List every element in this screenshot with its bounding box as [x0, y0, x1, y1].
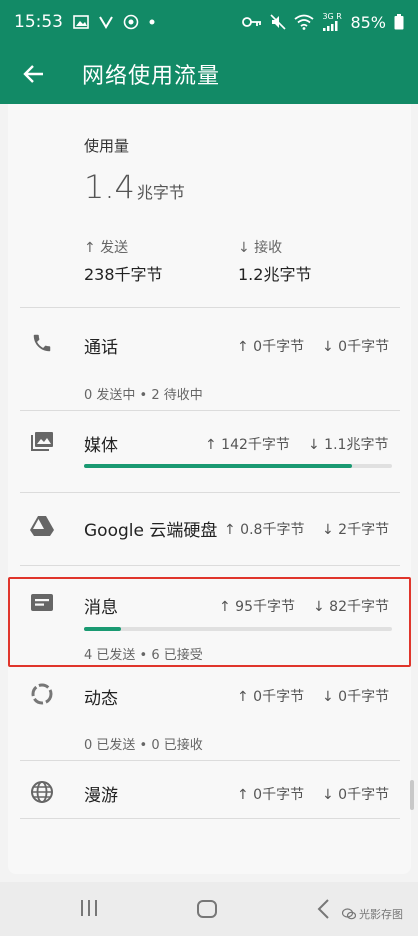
media-usage-fill: [84, 464, 352, 468]
drive-download: ↓ 2千字节: [322, 522, 390, 538]
sent-label: ↑ 发送: [84, 240, 129, 256]
photos-icon: [28, 427, 56, 455]
row-divider: [20, 565, 400, 566]
back-nav-button[interactable]: [316, 898, 332, 920]
arrow-back-icon: [23, 65, 43, 83]
app-bar: 网络使用流量: [0, 44, 418, 104]
home-button[interactable]: [196, 898, 218, 920]
media-download: ↓ 1.1兆字节: [308, 437, 389, 453]
usage-card: [8, 104, 411, 874]
drive-icon: [28, 512, 56, 540]
app-name-media: 媒体: [84, 436, 118, 456]
more-notifications-dot-icon: [149, 19, 155, 25]
app-name-drive: Google 云端硬盘: [84, 521, 218, 541]
messages-highlight-box: [8, 577, 411, 667]
dynamic-detail: 0 已发送 • 0 已接收: [84, 738, 203, 753]
back-button[interactable]: [16, 56, 52, 92]
dynamic-upload: ↑ 0千字节: [237, 689, 305, 705]
battery-percent: 85%: [350, 12, 386, 32]
cell-signal-icon: 3G R: [322, 13, 342, 31]
media-usage-bar: [84, 464, 392, 468]
recent-apps-button[interactable]: [78, 898, 100, 918]
mute-icon: [270, 14, 287, 30]
scrollbar[interactable]: [410, 780, 414, 810]
calls-upload: ↑ 0千字节: [237, 339, 305, 355]
status-time: 15:53: [14, 12, 63, 32]
usage-label: 使用量: [84, 137, 130, 155]
wifi-icon: [294, 14, 314, 30]
globe-icon: [28, 778, 56, 806]
gallery-notification-icon: [73, 15, 89, 29]
app-name-calls: 通话: [84, 338, 118, 358]
roaming-download: ↓ 0千字节: [322, 787, 390, 803]
calls-download: ↓ 0千字节: [322, 339, 390, 355]
activity-ring-icon: [28, 680, 56, 708]
received-label: ↓ 接收: [238, 240, 283, 256]
home-icon: [197, 900, 217, 918]
phone-icon: [28, 329, 56, 357]
wechat-icon: [342, 908, 356, 920]
battery-icon: [394, 14, 404, 30]
row-divider: [20, 760, 400, 761]
row-divider: [20, 818, 400, 819]
received-value: 1.2兆字节: [238, 265, 312, 284]
total-usage-unit: 兆字节: [136, 183, 185, 202]
chevron-left-icon: [317, 899, 329, 919]
row-divider: [20, 492, 400, 493]
total-usage-value: 1.4: [84, 168, 135, 206]
calls-detail: 0 发送中 • 2 待收中: [84, 388, 203, 403]
watermark: 光影存图: [342, 906, 403, 922]
media-upload: ↑ 142千字节: [205, 437, 290, 453]
watermark-text: 光影存图: [359, 908, 403, 921]
dynamic-download: ↓ 0千字节: [322, 689, 390, 705]
app-notification-icon: [123, 14, 139, 30]
key-icon: [242, 16, 262, 28]
app-name-roaming: 漫游: [84, 786, 118, 806]
recents-icon: [81, 900, 97, 916]
summary-divider: [20, 307, 400, 308]
app-name-dynamic: 动态: [84, 689, 118, 709]
total-usage: 1.4 兆字节: [84, 168, 185, 206]
sent-value: 238千字节: [84, 265, 163, 284]
network-type: 3G R: [322, 12, 342, 21]
page-title: 网络使用流量: [82, 64, 221, 89]
row-divider: [20, 410, 400, 411]
status-bar: 15:53 3G R 85%: [0, 0, 418, 44]
roaming-upload: ↑ 0千字节: [237, 787, 305, 803]
drive-upload: ↑ 0.8千字节: [224, 522, 305, 538]
v-notification-icon: [99, 15, 113, 29]
